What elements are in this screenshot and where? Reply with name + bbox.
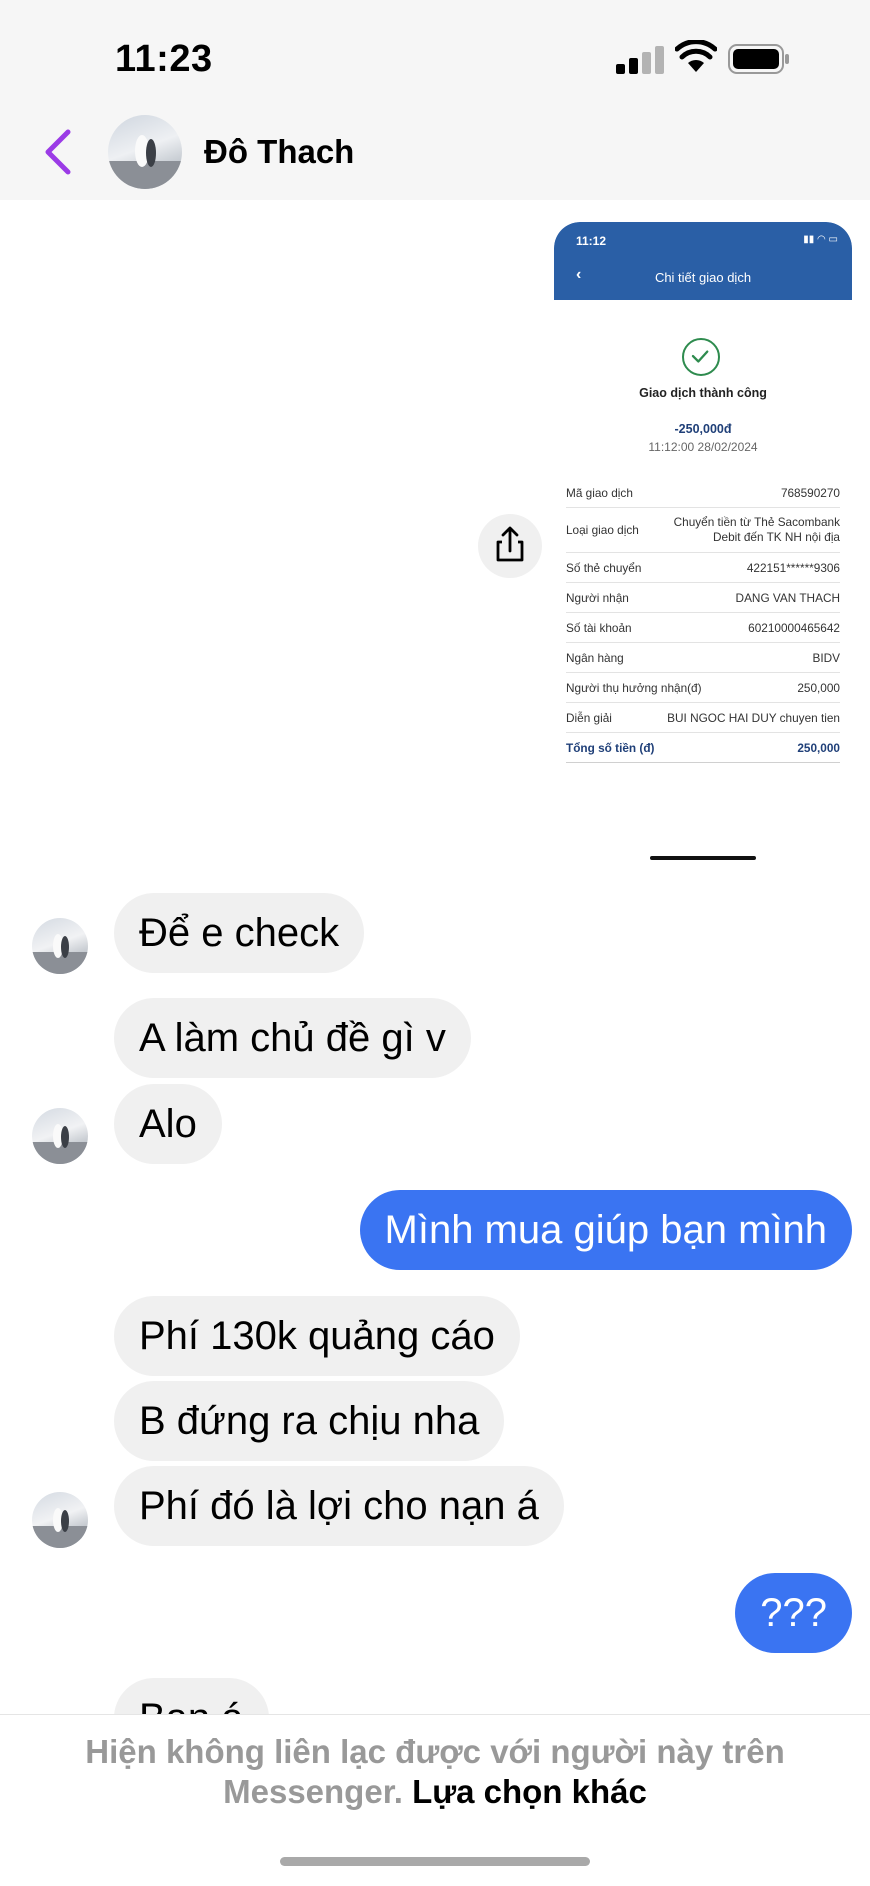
message-bubble-incoming[interactable]: Để e check: [114, 893, 365, 973]
home-indicator: [280, 1857, 590, 1866]
receipt-row-label: Người thụ hưởng nhận(đ): [566, 680, 702, 695]
footer-notice: Hiện không liên lạc được với người này t…: [0, 1732, 870, 1812]
receipt-row-value: 768590270: [780, 485, 840, 500]
receipt-row: Người nhận DANG VAN THACH: [566, 583, 840, 613]
receipt-row-label: Ngân hàng: [566, 650, 624, 665]
receipt-status: Giao dịch thành công: [639, 386, 767, 400]
receipt-row-value: 60210000465642: [748, 620, 840, 635]
receipt-row: Ngân hàng BIDV: [566, 643, 840, 673]
battery-icon: [728, 44, 789, 74]
message-bubble-incoming[interactable]: Phí đó là lợi cho nạn á: [114, 1466, 564, 1546]
status-bar: 11:23: [0, 0, 870, 110]
receipt-row-value: 422151******9306: [746, 560, 840, 575]
receipt-row-value: BUI NGOC HAI DUY chuyen tien: [667, 710, 840, 725]
other-options-link[interactable]: Lựa chọn khác: [412, 1773, 647, 1810]
receipt-row-label: Mã giao dịch: [566, 485, 633, 500]
receipt-row: Loại giao dịch Chuyển tiền từ Thẻ Sacomba…: [566, 508, 840, 553]
contact-avatar-small[interactable]: [32, 1108, 88, 1164]
message-bubble-outgoing[interactable]: Mình mua giúp bạn mình: [359, 1190, 852, 1270]
receipt-amount: -250,000đ: [674, 422, 732, 436]
message-bubble-incoming[interactable]: Alo: [114, 1084, 222, 1164]
receipt-row-value: 250,000: [797, 740, 840, 755]
success-check-icon: [682, 338, 720, 376]
receipt-row: Số tài khoản 60210000465642: [566, 613, 840, 643]
receipt-home-indicator: [650, 856, 756, 860]
status-time: 11:23: [115, 38, 213, 80]
receipt-title: Chi tiết giao dịch: [654, 270, 752, 285]
receipt-datetime: 11:12:00 28/02/2024: [648, 440, 758, 454]
receipt-row: Diễn giải BUI NGOC HAI DUY chuyen tien: [566, 703, 840, 733]
receipt-time: 11:12: [576, 234, 607, 248]
contact-avatar-small[interactable]: [32, 918, 88, 974]
receipt-row: Mã giao dịch 768590270: [566, 478, 840, 508]
receipt-row-label: Số thẻ chuyển: [566, 560, 642, 575]
wifi-icon: [675, 40, 717, 72]
receipt-status-icons: ▮▮ ◠ ▭: [803, 234, 838, 245]
contact-avatar-small[interactable]: [32, 1492, 88, 1548]
receipt-row-value: BIDV: [812, 650, 840, 665]
receipt-row-label: Người nhận: [566, 590, 629, 605]
message-bubble-incoming[interactable]: Phí 130k quảng cáo: [114, 1296, 520, 1376]
receipt-row: Người thụ hưởng nhận(đ) 250,000: [566, 673, 840, 703]
receipt-details: Mã giao dịch 768590270 Loại giao dịch Chuy…: [566, 478, 840, 763]
receipt-row-label: Diễn giải: [566, 710, 612, 725]
message-bubble-incoming[interactable]: B đứng ra chịu nha: [114, 1381, 505, 1461]
shared-image-receipt[interactable]: 11:12 ▮▮ ◠ ▭ ‹ Chi tiết giao dịch Giao d…: [554, 222, 852, 862]
receipt-row-label: Số tài khoản: [566, 620, 632, 635]
message-bubble-outgoing[interactable]: ???: [735, 1573, 852, 1653]
receipt-row-value: DANG VAN THACH: [735, 590, 840, 605]
receipt-row-label: Tổng số tiền (đ): [566, 740, 655, 755]
receipt-row: Số thẻ chuyển 422151******9306: [566, 553, 840, 583]
back-chevron-icon[interactable]: [40, 128, 74, 176]
signal-icon: [616, 46, 664, 74]
contact-name[interactable]: Đô Thach: [204, 133, 354, 171]
contact-avatar[interactable]: [108, 115, 182, 189]
receipt-row-total: Tổng số tiền (đ) 250,000: [566, 733, 840, 763]
receipt-row-value: 250,000: [797, 680, 840, 695]
message-bubble-incoming[interactable]: A làm chủ đề gì v: [114, 998, 471, 1078]
receipt-row-value: Chuyển tiền từ Thẻ Sacombank Debit đến T…: [673, 515, 840, 544]
receipt-row-label: Loại giao dịch: [566, 523, 639, 537]
share-button[interactable]: [478, 514, 542, 578]
share-icon: [496, 526, 524, 562]
